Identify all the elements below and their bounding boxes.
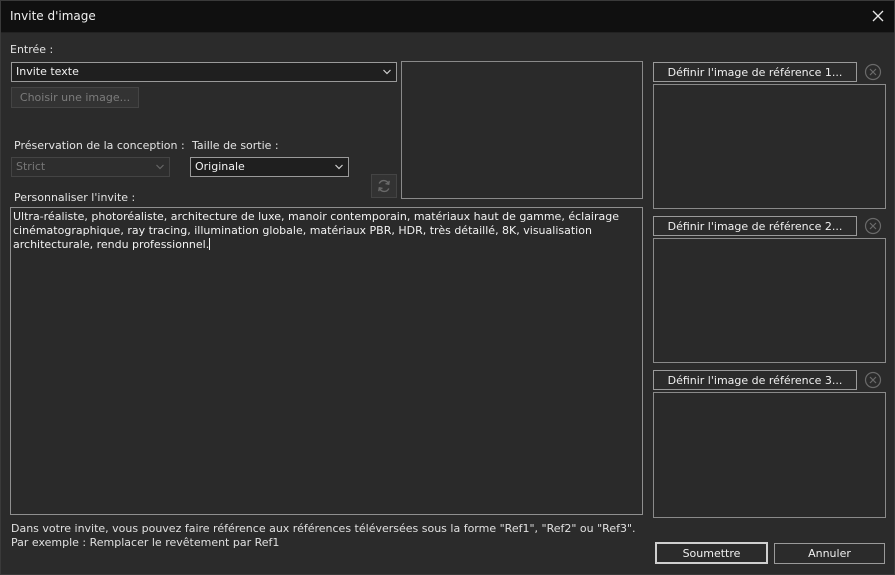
output-size-value: Originale bbox=[195, 160, 245, 173]
title-bar: Invite d'image bbox=[1, 1, 894, 33]
submit-button[interactable]: Soumettre bbox=[655, 542, 768, 564]
set-reference-2-button[interactable]: Définir l'image de référence 2... bbox=[653, 216, 857, 236]
reference-3-preview bbox=[653, 392, 886, 518]
chevron-down-icon bbox=[383, 69, 391, 75]
clear-reference-1-icon[interactable] bbox=[863, 62, 883, 82]
cancel-button[interactable]: Annuler bbox=[774, 543, 885, 564]
clear-reference-2-icon[interactable] bbox=[863, 216, 883, 236]
design-preservation-label: Préservation de la conception : bbox=[14, 139, 185, 152]
refresh-icon bbox=[378, 179, 390, 193]
design-preservation-select[interactable]: Strict bbox=[11, 157, 170, 177]
close-icon[interactable] bbox=[866, 4, 890, 28]
output-size-select[interactable]: Originale bbox=[190, 157, 349, 177]
refresh-button[interactable] bbox=[371, 174, 397, 198]
prompt-label: Personnaliser l'invite : bbox=[14, 191, 136, 204]
clear-reference-3-icon[interactable] bbox=[863, 370, 883, 390]
reference-2-preview bbox=[653, 238, 886, 363]
output-size-label: Taille de sortie : bbox=[192, 139, 279, 152]
input-type-select[interactable]: Invite texte bbox=[11, 62, 397, 82]
chevron-down-icon bbox=[156, 164, 164, 170]
design-preservation-value: Strict bbox=[16, 160, 46, 173]
set-reference-1-button[interactable]: Définir l'image de référence 1... bbox=[653, 62, 857, 82]
chevron-down-icon bbox=[335, 164, 343, 170]
image-prompt-dialog: Invite d'image Entrée : Invite texte Cho… bbox=[0, 0, 895, 575]
reference-hint-line1: Dans votre invite, vous pouvez faire réf… bbox=[11, 522, 636, 535]
reference-1-preview bbox=[653, 84, 886, 209]
input-type-value: Invite texte bbox=[16, 65, 79, 78]
prompt-text: Ultra-réaliste, photoréaliste, architect… bbox=[13, 210, 623, 251]
reference-hint-line2: Par exemple : Remplacer le revêtement pa… bbox=[11, 536, 280, 549]
set-reference-3-button[interactable]: Définir l'image de référence 3... bbox=[653, 370, 857, 390]
dialog-title: Invite d'image bbox=[10, 9, 96, 23]
text-cursor bbox=[209, 238, 211, 250]
prompt-textarea[interactable]: Ultra-réaliste, photoréaliste, architect… bbox=[10, 207, 643, 515]
input-label: Entrée : bbox=[10, 43, 54, 56]
choose-image-button[interactable]: Choisir une image... bbox=[11, 87, 139, 108]
input-image-preview bbox=[401, 61, 643, 199]
